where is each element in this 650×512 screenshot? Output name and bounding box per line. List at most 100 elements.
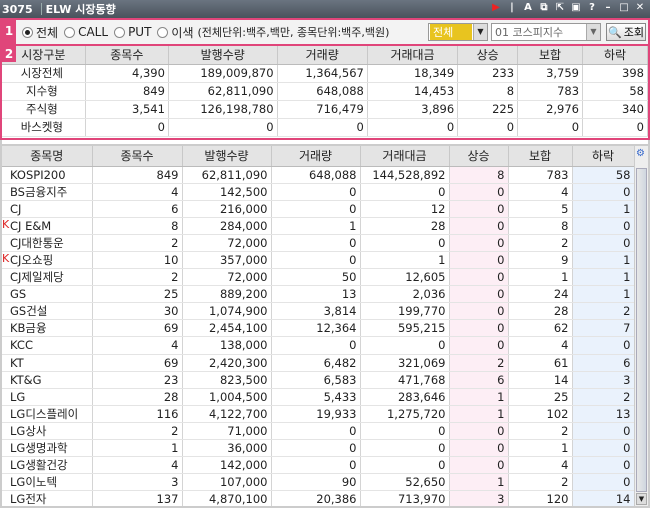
col-header[interactable]: 거래대금	[367, 46, 459, 65]
summary-row[interactable]: 주식형 3,541 126,198,780 716,479 3,896 225 2,976 3…	[2, 100, 648, 119]
table-row[interactable]: LG상사 2 71,000 0 0 0 2 0	[2, 422, 635, 441]
table-row[interactable]: KT&G 23 823,500 6,583 471,768 6 14 3	[2, 371, 635, 389]
col-header[interactable]: 종목수	[92, 146, 183, 167]
value-cell: 0	[449, 251, 509, 270]
summary-row[interactable]: 지수형 849 62,811,090 648,088 14,453 8 783 58	[2, 82, 648, 101]
value-cell: 0	[572, 234, 635, 252]
vertical-scrollbar[interactable]: ⚙ ▼	[634, 146, 648, 506]
stock-name-cell: CJ	[2, 200, 93, 218]
query-button[interactable]: 🔍 조회	[606, 23, 646, 41]
col-header[interactable]: 발행수량	[182, 146, 272, 167]
link-icon[interactable]: ⧉	[538, 2, 550, 14]
table-row[interactable]: KOSPI200 849 62,811,090 648,088 144,528,892 8…	[2, 166, 635, 184]
col-header[interactable]: 보합	[508, 146, 573, 167]
settings-icon[interactable]: ⚙	[636, 148, 645, 159]
col-header[interactable]: 종목명	[2, 146, 93, 167]
value-cell: 72,000	[182, 234, 272, 252]
radio-dot[interactable]	[64, 26, 76, 38]
table-row[interactable]: CJ제일제당 2 72,000 50 12,605 0 1 1	[2, 268, 635, 287]
table-row[interactable]: BS금융지주 4 142,500 0 0 0 4 0	[2, 183, 635, 201]
stock-name-cell: GS	[2, 285, 93, 304]
table-row[interactable]: LG전자 137 4,870,100 20,386 713,970 3 120 14	[2, 490, 635, 506]
play-icon[interactable]: ▶	[490, 2, 502, 14]
radio-call[interactable]: CALL	[64, 25, 108, 39]
value-cell: 14	[572, 490, 635, 506]
value-cell: 25	[508, 388, 573, 406]
table-row[interactable]: LG생활건강 4 142,000 0 0 0 4 0	[2, 456, 635, 475]
value-cell: 52,650	[360, 473, 450, 492]
value-cell: 10	[92, 251, 183, 270]
value-cell: 0	[360, 456, 450, 475]
stock-name-cell: LG전자	[2, 490, 93, 506]
table-row[interactable]: CJ대한통운 2 72,000 0 0 0 2 0	[2, 234, 635, 252]
stock-name-cell: KOSPI200	[2, 166, 93, 184]
chevron-down-icon[interactable]: ▼	[473, 24, 487, 40]
value-cell: 713,970	[360, 490, 450, 506]
col-header[interactable]: 하락	[582, 46, 648, 65]
table-row[interactable]: LG생명과학 1 36,000 0 0 0 1 0	[2, 439, 635, 458]
value-cell: 0	[449, 439, 509, 458]
table-row[interactable]: LG이노텍 3 107,000 90 52,650 1 2 0	[2, 473, 635, 492]
scroll-down-icon[interactable]: ▼	[636, 493, 647, 505]
minimize-icon[interactable]: –	[602, 2, 614, 14]
stock-name: LG	[10, 389, 26, 404]
scrollbar-thumb[interactable]	[636, 168, 647, 492]
radio-dot[interactable]	[114, 26, 126, 38]
table-row[interactable]: KB금융 69 2,454,100 12,364 595,215 0 62 7	[2, 319, 635, 338]
stock-name: KCC	[10, 338, 33, 353]
table-row[interactable]: KCC 4 138,000 0 0 0 4 0	[2, 336, 635, 355]
table-row[interactable]: GS건설 30 1,074,900 3,814 199,770 0 28 2	[2, 302, 635, 321]
col-header[interactable]: 거래량	[277, 46, 368, 65]
col-header[interactable]: 거래대금	[360, 146, 450, 167]
summary-row[interactable]: 시장전체 4,390 189,009,870 1,364,567 18,349 233 3,…	[2, 64, 648, 83]
col-header[interactable]: 하락	[572, 146, 635, 167]
value-cell: 5,433	[271, 388, 361, 406]
stock-name-cell: LG이노텍	[2, 473, 93, 492]
market-select[interactable]: 01 코스피지수 ▼	[491, 23, 601, 41]
value-cell: 2	[572, 302, 635, 321]
table-row[interactable]: K CJ오쇼핑 10 357,000 0 1 0 9 1	[2, 251, 635, 270]
col-header[interactable]: 거래량	[271, 146, 361, 167]
radio-put[interactable]: PUT	[114, 25, 151, 39]
value-cell: 0	[582, 118, 648, 137]
help-icon[interactable]: ?	[586, 2, 598, 14]
value-cell: 0	[449, 302, 509, 321]
value-cell: 69	[92, 319, 183, 338]
radio-dot[interactable]	[22, 26, 33, 38]
chevron-down-icon[interactable]: ▼	[586, 24, 600, 40]
summary-header-row: 시장구분 종목수 발행수량 거래량 거래대금 상승 보합 하락	[2, 46, 648, 65]
col-header[interactable]: 종목수	[85, 46, 169, 65]
radio-exotic[interactable]: 이색	[157, 24, 194, 41]
unit-note: (전체단위:백주,백만, 종목단위:백주,백원)	[197, 26, 390, 39]
summary-row[interactable]: 바스켓형 0 0 0 0 0 0 0	[2, 118, 648, 137]
table-row[interactable]: KT 69 2,420,300 6,482 321,069 2 61 6	[2, 354, 635, 372]
stock-name: KT&G	[10, 372, 42, 387]
value-cell: 126,198,780	[168, 100, 278, 119]
table-row[interactable]: GS 25 889,200 13 2,036 0 24 1	[2, 285, 635, 304]
type-select[interactable]: 전체 ▼	[428, 23, 488, 41]
radio-label: 이색	[171, 25, 194, 40]
value-cell: 1	[271, 217, 361, 235]
col-header[interactable]: 상승	[449, 146, 509, 167]
col-header[interactable]: 상승	[457, 46, 519, 65]
maximize-icon[interactable]: □	[618, 2, 630, 14]
value-cell: 72,000	[182, 268, 272, 287]
font-icon[interactable]: A	[522, 2, 534, 14]
radio-dot[interactable]	[157, 26, 169, 38]
table-row[interactable]: LG디스플레이 116 4,122,700 19,933 1,275,720 1 102 13	[2, 405, 635, 423]
table-row[interactable]: CJ 6 216,000 0 12 0 5 1	[2, 200, 635, 218]
radio-all[interactable]: 전체	[22, 24, 58, 41]
col-header[interactable]: 보합	[517, 46, 584, 65]
col-header[interactable]: 발행수량	[168, 46, 278, 65]
value-cell: 4,390	[85, 64, 169, 83]
pin-icon[interactable]: ⇱	[554, 2, 566, 14]
market-type-cell: 주식형	[2, 100, 86, 119]
close-icon[interactable]: ✕	[634, 2, 646, 14]
value-cell: 1	[449, 405, 509, 423]
window-icon[interactable]: ▣	[570, 2, 582, 14]
table-row[interactable]: LG 28 1,004,500 5,433 283,646 1 25 2	[2, 388, 635, 406]
value-cell: 2	[508, 234, 573, 252]
value-cell: 6	[449, 371, 509, 389]
value-cell: 30	[92, 302, 183, 321]
table-row[interactable]: K CJ E&M 8 284,000 1 28 0 8 0	[2, 217, 635, 235]
